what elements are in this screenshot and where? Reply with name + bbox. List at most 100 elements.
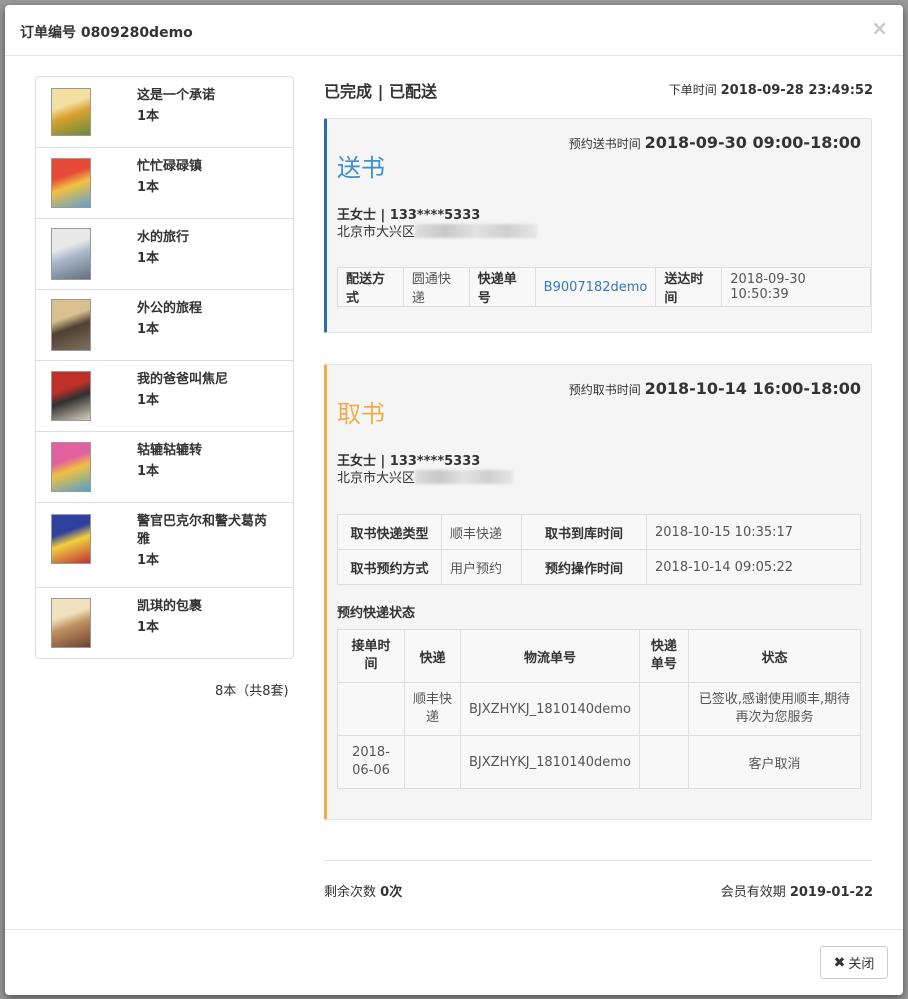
- list-item[interactable]: 警官巴克尔和警犬葛芮雅 1本: [36, 503, 293, 588]
- book-qty: 1本: [137, 393, 160, 408]
- courier-status-table: 接单时间 快递 物流单号 快递单号 状态 顺丰快递 BJXZHYKJ_18101…: [337, 629, 862, 789]
- delivery-arrive: 2018-09-30 10:50:39: [721, 267, 871, 307]
- redacted-address: [415, 223, 538, 238]
- list-item[interactable]: 我的爸爸叫焦尼 1本: [36, 361, 293, 432]
- list-item[interactable]: 水的旅行 1本: [36, 219, 293, 290]
- modal-title: 订单编号 0809280demo: [20, 25, 193, 41]
- pickup-address-text: 北京市大兴区: [337, 471, 416, 486]
- cell-tracking: [638, 682, 689, 736]
- book-qty: 1本: [137, 180, 160, 195]
- book-title: 忙忙碌碌镇: [137, 159, 203, 174]
- book-cover-image: [51, 514, 91, 564]
- list-item[interactable]: 外公的旅程 1本: [36, 290, 293, 361]
- redacted-address: [415, 469, 514, 484]
- delivery-method-label: 配送方式: [337, 267, 404, 307]
- order-time-label: 下单时间: [668, 83, 717, 97]
- membership-expiry: 会员有效期 2019-01-22: [721, 881, 873, 900]
- pickup-time-value: 2018-10-14 16:00-18:00: [644, 379, 861, 398]
- pickup-panel: 预约取书时间 2018-10-14 16:00-18:00 取书 王女士 | 1…: [324, 364, 872, 820]
- book-qty: 1本: [137, 322, 160, 337]
- cell-state: 客户取消: [687, 735, 862, 789]
- list-item[interactable]: 凯琪的包裹 1本: [36, 588, 293, 659]
- close-icon[interactable]: ×: [871, 18, 888, 38]
- pickup-info-table: 取书快递类型 顺丰快递 取书到库时间 2018-10-15 10:35:17 取…: [337, 514, 861, 585]
- modal-header: 订单编号 0809280demo ×: [5, 5, 903, 56]
- pickup-storage: 2018-10-15 10:35:17: [646, 514, 861, 550]
- delivery-arrive-label: 送达时间: [655, 267, 723, 307]
- order-status: 已完成 | 已配送: [324, 82, 437, 101]
- delivery-address-text: 北京市大兴区: [337, 225, 416, 240]
- book-list: 这是一个承诺 1本 忙忙碌碌镇 1本 水的旅行 1本 外公的旅程 1本 我的爸爸…: [35, 76, 294, 659]
- book-cover-image: [51, 88, 91, 136]
- book-title: 这是一个承诺: [137, 88, 216, 103]
- book-qty: 1本: [137, 553, 160, 568]
- list-item[interactable]: 这是一个承诺 1本: [36, 77, 293, 148]
- pickup-time-label: 预约取书时间: [568, 383, 641, 397]
- book-title: 我的爸爸叫焦尼: [137, 372, 229, 387]
- pickup-method-label: 取书预约方式: [337, 549, 442, 585]
- cell-time: 2018-06-06: [337, 735, 405, 789]
- book-cover-image: [51, 371, 91, 421]
- book-title: 轱辘轱辘转: [137, 443, 203, 458]
- table-row: 顺丰快递 BJXZHYKJ_1810140demo 已签收,感谢使用顺丰,期待再…: [337, 682, 862, 736]
- book-title: 警官巴克尔和警犬葛芮雅: [137, 514, 268, 547]
- pickup-op: 2018-10-14 09:05:22: [646, 549, 861, 585]
- book-cover-image: [51, 598, 91, 648]
- delivery-tracking-link[interactable]: B9007182demo: [534, 267, 657, 307]
- cell-time: [337, 682, 405, 736]
- cell-state: 已签收,感谢使用顺丰,期待再次为您服务: [687, 682, 862, 736]
- delivery-time: 预约送书时间 2018-09-30 09:00-18:00: [569, 133, 861, 152]
- book-cover-image: [51, 228, 91, 280]
- delivery-method: 圆通快递: [402, 267, 470, 307]
- book-qty: 1本: [137, 464, 160, 479]
- close-button-label: 关闭: [848, 957, 875, 972]
- close-icon: ✖: [833, 954, 846, 971]
- membership-value: 2019-01-22: [789, 885, 873, 900]
- book-cover-image: [51, 158, 91, 208]
- book-title: 水的旅行: [137, 230, 190, 245]
- list-item[interactable]: 忙忙碌碌镇 1本: [36, 148, 293, 219]
- pickup-type-label: 取书快递类型: [337, 514, 442, 550]
- pickup-op-label: 预约操作时间: [521, 549, 647, 585]
- pickup-type: 顺丰快递: [441, 514, 522, 550]
- delivery-info-table: 配送方式 圆通快递 快递单号 B9007182demo 送达时间 2018-09…: [337, 267, 871, 307]
- delivery-address: 北京市大兴区: [337, 221, 538, 240]
- delivery-panel: 预约送书时间 2018-09-30 09:00-18:00 送书 王女士 | 1…: [324, 118, 872, 333]
- pickup-time: 预约取书时间 2018-10-14 16:00-18:00: [569, 379, 861, 398]
- cell-logistics: BJXZHYKJ_1810140demo: [460, 682, 640, 736]
- cell-express: [404, 735, 461, 789]
- order-detail-modal: 订单编号 0809280demo × 这是一个承诺 1本 忙忙碌碌镇 1本 水的…: [5, 5, 903, 995]
- close-button[interactable]: ✖ 关闭: [820, 946, 888, 979]
- divider: [324, 860, 872, 861]
- book-qty: 1本: [137, 251, 160, 266]
- cell-express: 顺丰快递: [404, 682, 461, 736]
- pickup-heading: 取书: [337, 400, 385, 428]
- col-header: 快递: [404, 629, 461, 683]
- cell-tracking: [638, 735, 689, 789]
- delivery-heading: 送书: [337, 154, 385, 182]
- book-cover-image: [51, 299, 91, 351]
- book-title: 凯琪的包裹: [137, 599, 203, 614]
- books-total: 8本（共8套): [215, 684, 289, 699]
- col-header: 状态: [687, 629, 862, 683]
- book-qty: 1本: [137, 620, 160, 635]
- pickup-address: 北京市大兴区: [337, 467, 514, 486]
- list-item[interactable]: 轱辘轱辘转 1本: [36, 432, 293, 503]
- courier-status-title: 预约快递状态: [337, 606, 416, 621]
- col-header: 接单时间: [337, 629, 405, 683]
- modal-footer: ✖ 关闭: [5, 929, 903, 995]
- delivery-tracking-label: 快递单号: [468, 267, 536, 307]
- membership-label: 会员有效期: [720, 885, 786, 900]
- pickup-storage-label: 取书到库时间: [521, 514, 647, 550]
- remaining-label: 剩余次数: [324, 885, 377, 900]
- cell-logistics: BJXZHYKJ_1810140demo: [460, 735, 640, 789]
- pickup-method: 用户预约: [441, 549, 522, 585]
- order-time: 下单时间 2018-09-28 23:49:52: [669, 81, 873, 98]
- book-qty: 1本: [137, 109, 160, 124]
- col-header: 快递单号: [638, 629, 689, 683]
- order-time-value: 2018-09-28 23:49:52: [720, 83, 873, 98]
- remaining-value: 0次: [380, 885, 403, 900]
- delivery-time-value: 2018-09-30 09:00-18:00: [644, 133, 861, 152]
- remaining-count: 剩余次数 0次: [324, 881, 402, 900]
- book-cover-image: [51, 442, 91, 492]
